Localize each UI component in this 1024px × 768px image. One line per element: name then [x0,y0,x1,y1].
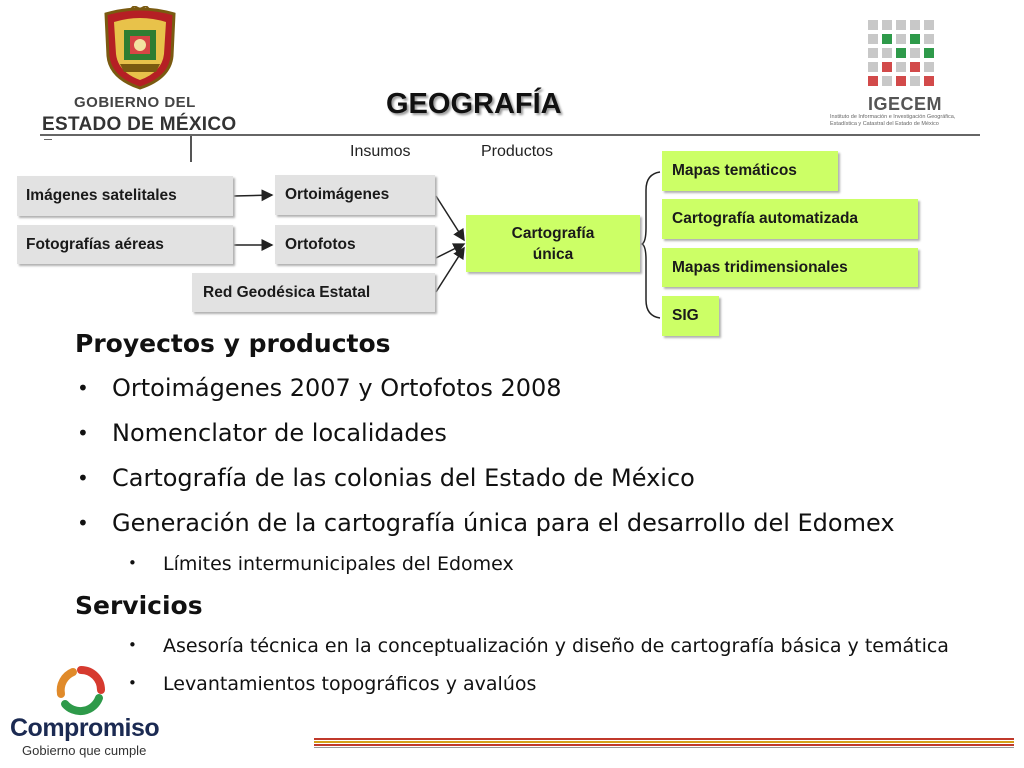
box-imagenes-satelitales: Imágenes satelitales [17,176,233,216]
cartografia-unica-line2: única [532,245,574,263]
proyecto-item-3: Cartografía de las colonias del Estado d… [112,464,695,492]
box-ortoimagenes: Ortoimágenes [275,175,435,215]
footer-stripe [314,738,1014,740]
footer-stripe [314,747,1014,748]
servicio-item-2: Levantamientos topográficos y avalúos [163,673,537,695]
bullet-dot: • [128,554,137,572]
servicio-item-1: Asesoría técnica en la conceptualización… [163,635,949,657]
box-mapas-tridimensionales: Mapas tridimensionales [662,248,918,287]
compromiso-logo: Compromiso Gobierno que cumple [8,666,168,762]
box-fotografias-aereas: Fotografías aéreas [17,225,233,264]
arrow-ortoimagenes-cartografia [435,195,465,242]
compromiso-swirl-icon [56,666,105,716]
compromiso-brand: Compromiso [10,714,160,742]
box-red-geodesica-estatal: Red Geodésica Estatal [192,273,435,312]
bullet-dot: • [77,376,89,400]
arrow-red-cartografia [435,246,465,293]
heading-proyectos: Proyectos y productos [75,329,391,358]
proyecto-item-1: Ortoimágenes 2007 y Ortofotos 2008 [112,374,562,402]
proyecto-subitem-1: Límites intermunicipales del Edomex [163,553,514,575]
compromiso-tagline: Gobierno que cumple [22,743,147,758]
footer-stripe [314,741,1014,743]
box-cartografia-automatizada: Cartografía automatizada [662,199,918,239]
heading-servicios: Servicios [75,591,203,620]
box-cartografia-unica: Cartografía única [466,215,640,272]
box-sig: SIG [662,296,719,336]
proyecto-item-4: Generación de la cartografía única para … [112,509,895,537]
box-ortofotos: Ortofotos [275,225,435,264]
arrow-satelitales-ortoimagenes [233,189,274,202]
bullet-dot: • [77,421,89,445]
box-mapas-tematicos: Mapas temáticos [662,151,838,191]
products-bracket [640,171,661,319]
bullet-dot: • [77,511,89,535]
bullet-dot: • [77,466,89,490]
cartografia-unica-line1: Cartografía [511,224,595,242]
bullet-dot: • [128,636,137,654]
proyecto-item-2: Nomenclator de localidades [112,419,447,447]
footer-stripe [314,744,1014,746]
